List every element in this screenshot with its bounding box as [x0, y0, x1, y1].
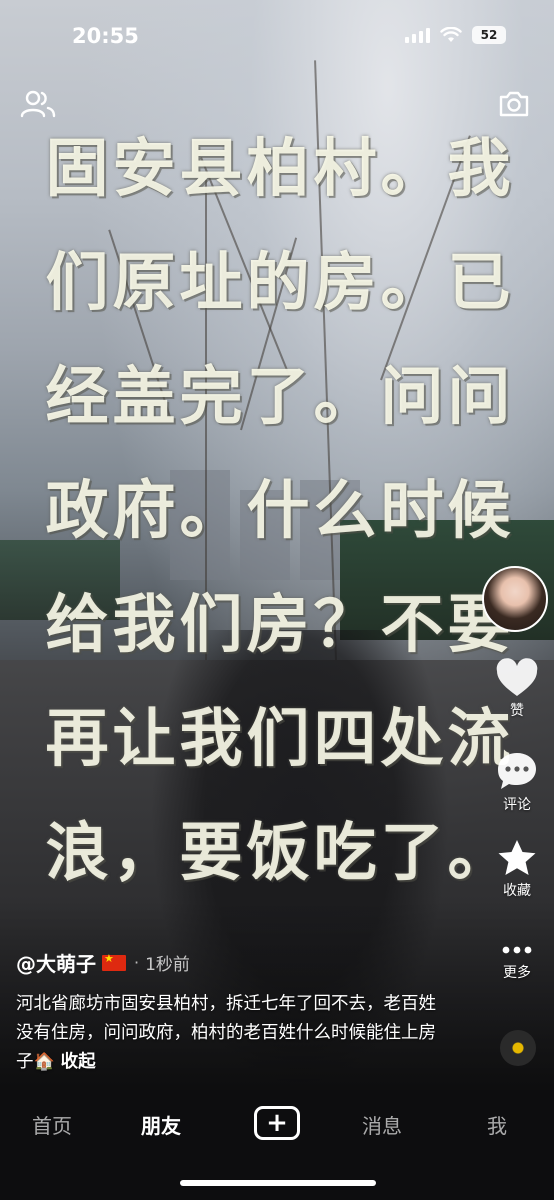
house-emoji-icon: 🏠 [33, 1052, 55, 1072]
cellular-signal-icon [405, 27, 430, 43]
favorite-label: 收藏 [503, 883, 531, 899]
battery-icon: 52 [472, 26, 506, 44]
more-dots-icon [502, 946, 532, 954]
home-indicator[interactable] [180, 1180, 376, 1186]
create-post-button[interactable]: + [254, 1106, 300, 1140]
separator: · [134, 953, 140, 972]
post-time: 1秒前 [145, 955, 190, 975]
more-button[interactable]: 更多 [488, 936, 546, 982]
comment-icon [498, 753, 536, 789]
status-bar: 20:55 52 [0, 0, 554, 72]
favorite-button[interactable]: 收藏 [488, 838, 546, 900]
music-disc-icon[interactable] [500, 1030, 536, 1066]
nav-home[interactable]: 首页 [32, 1110, 72, 1139]
heart-icon [496, 658, 538, 696]
battery-level: 52 [480, 28, 498, 42]
author-avatar[interactable] [482, 566, 548, 632]
nav-me[interactable]: 我 [487, 1110, 507, 1139]
status-time: 20:55 [72, 24, 139, 48]
post-description[interactable]: 河北省廊坊市固安县柏村，拆迁七年了回不去，老百姓没有住房，问问政府，柏村的老百姓… [16, 990, 446, 1077]
nav-friends[interactable]: 朋友 [141, 1110, 181, 1139]
china-flag-icon [102, 952, 126, 971]
like-label: 赞 [510, 703, 524, 719]
like-button[interactable]: 赞 [488, 658, 546, 720]
video-overlay-caption: 固安县柏村。我们原址的房。已经盖完了。问问政府。什么时候给我们房？不要再让我们四… [45, 132, 515, 889]
wifi-icon [440, 27, 462, 42]
plus-icon: + [266, 1108, 288, 1138]
nav-messages[interactable]: 消息 [362, 1110, 402, 1139]
comment-button[interactable]: 评论 [488, 750, 546, 814]
collapse-button[interactable]: 收起 [61, 1052, 96, 1072]
status-icons: 52 [405, 26, 506, 44]
author-name[interactable]: @大萌子 [16, 948, 96, 977]
app-screen: 20:55 52 固安县柏村。我们原址的房。已经盖完了。问问政府。什么时候给我们… [0, 0, 554, 1200]
star-icon [498, 840, 536, 875]
author-line: @大萌子 · 1秒前 [16, 948, 190, 977]
more-label: 更多 [503, 965, 531, 981]
comment-label: 评论 [503, 797, 531, 813]
